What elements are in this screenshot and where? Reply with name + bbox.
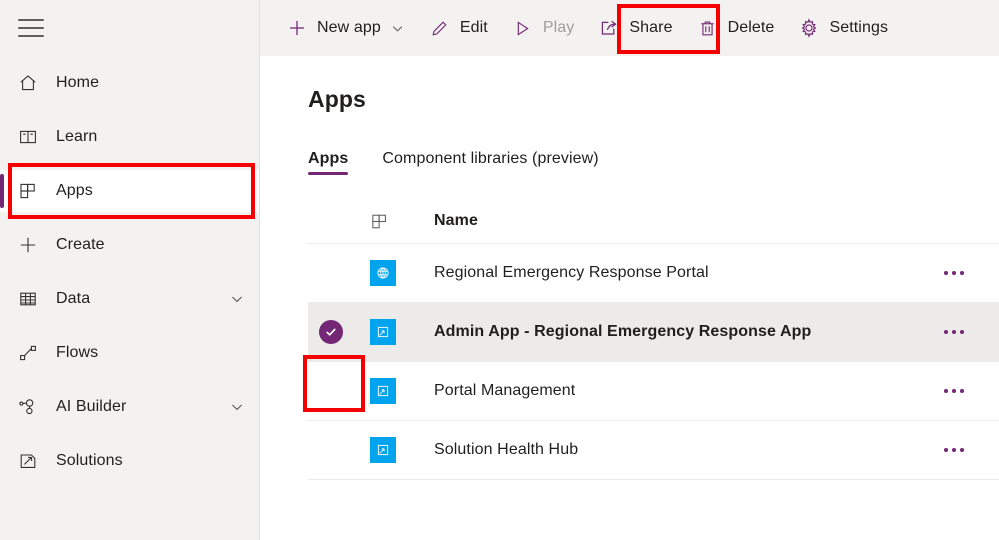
settings-button[interactable]: Settings [788, 8, 898, 48]
sidebar-item-label: AI Builder [56, 398, 127, 415]
sidebar-item-flows[interactable]: Flows [0, 332, 259, 374]
gear-icon [798, 17, 820, 39]
sidebar-item-ai-builder[interactable]: AI Builder [0, 386, 259, 428]
row-name-cell: Admin App - Regional Emergency Response … [412, 323, 909, 341]
row-icon-cell [354, 319, 412, 345]
table-header-icon-cell [354, 212, 412, 231]
sidebar-item-learn[interactable]: Learn [0, 116, 259, 158]
sidebar-item-label: Data [56, 290, 91, 307]
chevron-down-icon[interactable] [229, 291, 245, 307]
pencil-icon [429, 17, 451, 39]
edit-button[interactable]: Edit [419, 8, 498, 48]
settings-label: Settings [829, 19, 889, 36]
sidebar-item-label: Flows [56, 344, 99, 361]
page-tabs: Apps Component libraries (preview) [308, 141, 999, 175]
table-row[interactable]: Regional Emergency Response Portal [308, 244, 999, 303]
tab-apps[interactable]: Apps [308, 150, 349, 175]
model-app-icon [370, 378, 396, 404]
portal-globe-icon [370, 260, 396, 286]
flows-icon [18, 342, 44, 364]
model-app-icon [370, 437, 396, 463]
play-button[interactable]: Play [502, 8, 585, 48]
sidebar-item-home[interactable]: Home [0, 62, 259, 104]
delete-label: Delete [727, 19, 775, 36]
row-name-cell: Solution Health Hub [412, 441, 909, 459]
new-app-label: New app [317, 19, 381, 36]
sidebar-nav-list: Home Learn Apps Create Data Flows AI Bui… [0, 56, 259, 482]
command-bar: New app Edit Play Share Delete Settings [260, 0, 999, 56]
row-name-cell: Regional Emergency Response Portal [412, 264, 909, 282]
share-label: Share [629, 19, 673, 36]
book-icon [18, 126, 44, 148]
app-name: Solution Health Hub [434, 441, 579, 458]
row-actions-cell [909, 324, 999, 340]
sidebar-item-label: Solutions [56, 452, 123, 469]
apps-page-content: Apps Apps Component libraries (preview) [260, 56, 999, 540]
row-checkbox[interactable] [308, 320, 354, 344]
main-content-area: New app Edit Play Share Delete Settings … [260, 0, 999, 540]
delete-button[interactable]: Delete [687, 8, 785, 48]
chevron-down-icon[interactable] [390, 21, 405, 36]
play-icon [512, 17, 534, 39]
tab-label: Component libraries (preview) [382, 150, 599, 167]
table-row[interactable]: Solution Health Hub [308, 421, 999, 480]
sidebar-item-data[interactable]: Data [0, 278, 259, 320]
play-label: Play [542, 19, 575, 36]
chevron-down-icon[interactable] [229, 399, 245, 415]
apps-table: Name Regional Emergency Response Portal … [308, 199, 999, 480]
edit-label: Edit [459, 19, 488, 36]
sidebar-item-solutions[interactable]: Solutions [0, 440, 259, 482]
sidebar-item-label: Create [56, 236, 105, 253]
sidebar-item-label: Home [56, 74, 100, 91]
more-actions-icon[interactable] [940, 324, 968, 340]
sidebar-item-apps[interactable]: Apps [0, 170, 259, 212]
trash-icon [697, 17, 719, 39]
table-row[interactable]: Portal Management [308, 362, 999, 421]
share-icon [598, 17, 620, 39]
column-header-name: Name [434, 212, 478, 229]
hamburger-icon[interactable] [18, 19, 44, 37]
app-name: Admin App - Regional Emergency Response … [434, 323, 812, 340]
solutions-icon [18, 450, 44, 472]
left-navigation-sidebar: Home Learn Apps Create Data Flows AI Bui… [0, 0, 260, 540]
more-actions-icon[interactable] [940, 442, 968, 458]
table-icon [18, 288, 44, 310]
sidebar-item-label: Learn [56, 128, 98, 145]
app-name: Portal Management [434, 382, 576, 399]
plus-icon [286, 17, 308, 39]
share-button[interactable]: Share [588, 8, 682, 48]
home-icon [18, 72, 44, 94]
row-actions-cell [909, 442, 999, 458]
model-app-icon [370, 319, 396, 345]
page-title: Apps [308, 86, 366, 112]
row-actions-cell [909, 383, 999, 399]
checkmark-icon [319, 320, 343, 344]
tab-component-libraries[interactable]: Component libraries (preview) [382, 150, 598, 175]
row-icon-cell [354, 378, 412, 404]
power-apps-maker-portal: Home Learn Apps Create Data Flows AI Bui… [0, 0, 999, 540]
ai-builder-icon [18, 396, 44, 418]
row-actions-cell [909, 265, 999, 281]
more-actions-icon[interactable] [940, 265, 968, 281]
row-name-cell: Portal Management [412, 382, 909, 400]
table-header-name-cell[interactable]: Name [412, 212, 909, 230]
selection-indicator [0, 174, 4, 208]
plus-icon [18, 234, 44, 256]
app-name: Regional Emergency Response Portal [434, 264, 709, 281]
more-actions-icon[interactable] [940, 383, 968, 399]
sidebar-item-label: Apps [56, 182, 93, 199]
hamburger-menu-container [0, 0, 259, 56]
table-header-row: Name [308, 199, 999, 244]
row-icon-cell [354, 260, 412, 286]
apps-grid-icon [18, 180, 44, 202]
row-icon-cell [354, 437, 412, 463]
apps-grid-icon [370, 212, 389, 231]
tab-label: Apps [308, 150, 349, 167]
new-app-button[interactable]: New app [276, 8, 415, 48]
table-row[interactable]: Admin App - Regional Emergency Response … [308, 303, 999, 362]
sidebar-item-create[interactable]: Create [0, 224, 259, 266]
